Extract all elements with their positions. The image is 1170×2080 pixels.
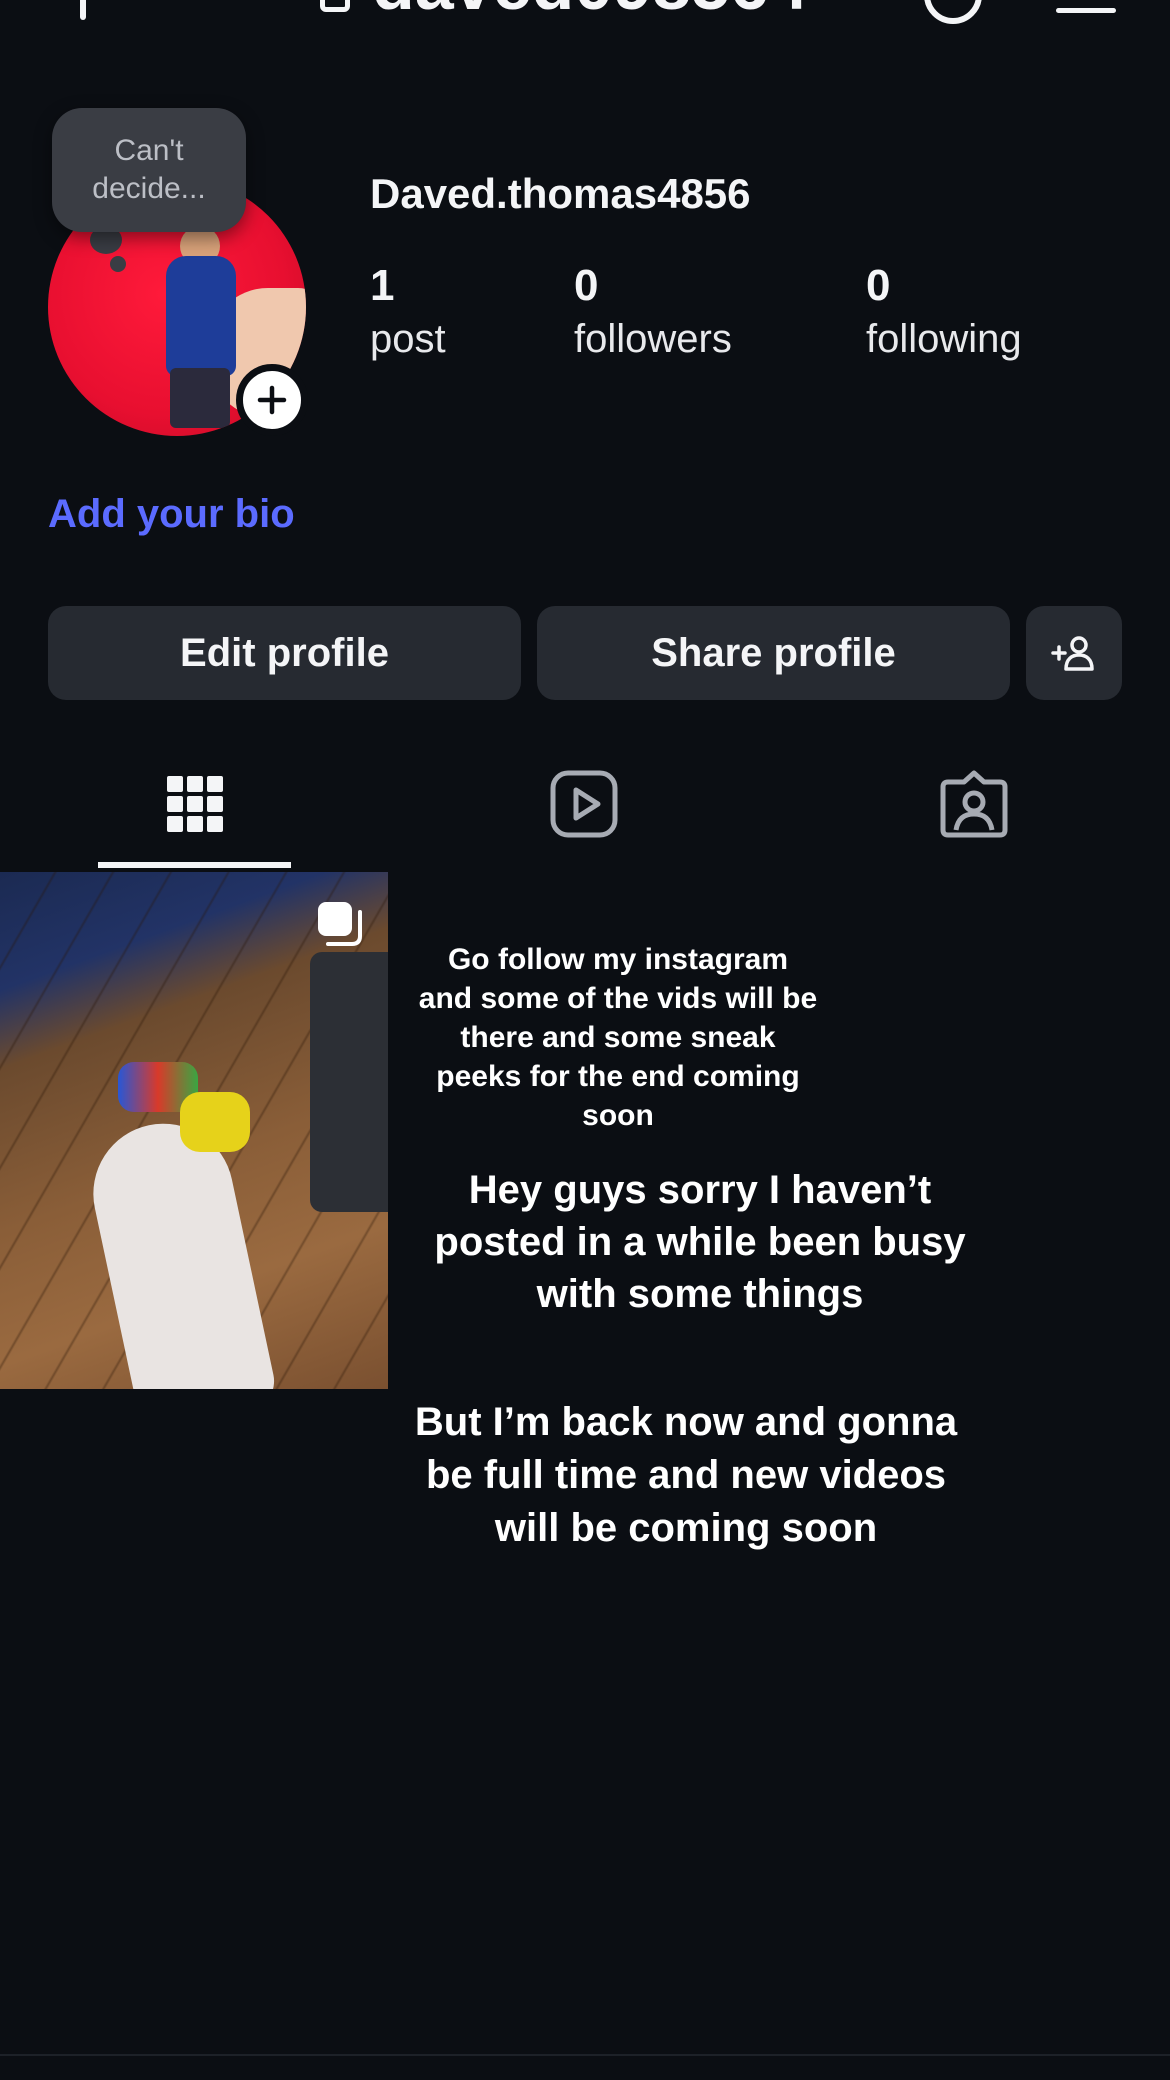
stat-value: 0 xyxy=(866,261,891,310)
plus-icon xyxy=(257,385,287,415)
post-overlay-text: Hey guys sorry I haven’t posted in a whi… xyxy=(434,1168,966,1316)
note-bubble-tail-dot xyxy=(110,256,126,272)
discover-people-button[interactable] xyxy=(1026,606,1122,700)
stat-label: following xyxy=(866,317,1022,361)
lock-icon xyxy=(320,0,350,12)
carousel-icon xyxy=(318,902,362,946)
add-bio-link[interactable]: Add your bio xyxy=(48,492,295,537)
post-thumbnail[interactable] xyxy=(0,872,388,1389)
menu-icon[interactable] xyxy=(1056,8,1116,13)
add-story-button[interactable] xyxy=(236,364,308,436)
share-profile-button[interactable]: Share profile xyxy=(537,606,1010,700)
threads-icon[interactable] xyxy=(924,0,982,24)
tagged-icon xyxy=(940,770,1008,838)
tab-tagged[interactable] xyxy=(938,768,1010,840)
stat-following[interactable]: 0 following xyxy=(866,258,1022,364)
tab-reels[interactable] xyxy=(548,768,620,840)
create-plus-icon[interactable] xyxy=(80,0,86,20)
stat-posts[interactable]: 1 post xyxy=(370,258,446,364)
active-tab-indicator xyxy=(98,862,291,868)
stat-value: 0 xyxy=(574,261,599,310)
stat-followers[interactable]: 0 followers xyxy=(574,258,732,364)
note-text: Can't decide... xyxy=(92,134,206,205)
add-person-icon xyxy=(1051,636,1094,671)
edit-profile-button[interactable]: Edit profile xyxy=(48,606,521,700)
post-overlay-text: Go follow my instagram and some of the v… xyxy=(418,943,818,1132)
stat-value: 1 xyxy=(370,261,395,310)
top-bar: daved098564 xyxy=(0,0,1170,40)
grid-icon xyxy=(167,776,223,832)
post-overlay-text: But I’m back now and gonna be full time … xyxy=(414,1400,958,1550)
account-handle[interactable]: daved098564 xyxy=(372,0,808,20)
display-name: Daved.thomas4856 xyxy=(370,170,751,217)
note-bubble[interactable]: Can't decide... xyxy=(52,108,246,232)
tab-posts-grid[interactable] xyxy=(159,768,231,840)
bottom-divider xyxy=(0,2054,1170,2056)
reels-icon xyxy=(550,770,618,838)
stat-label: followers xyxy=(574,317,732,361)
stat-label: post xyxy=(370,317,446,361)
